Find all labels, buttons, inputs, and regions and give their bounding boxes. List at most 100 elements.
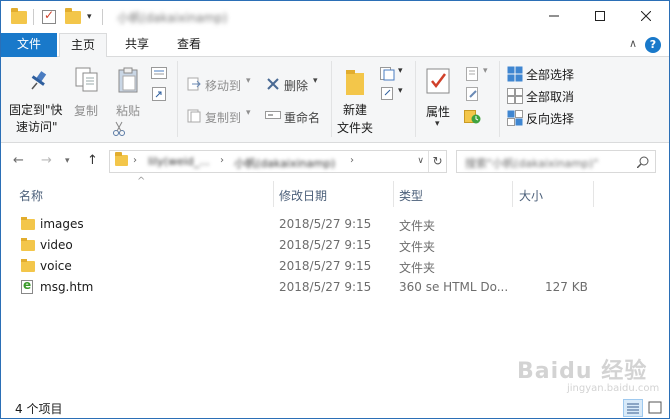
minimize-button[interactable] bbox=[531, 1, 577, 31]
invert-selection-label: 反向选择 bbox=[526, 112, 575, 126]
list-item[interactable]: images 2018/5/27 9:15 文件夹 bbox=[13, 214, 613, 235]
copy-path-icon[interactable] bbox=[151, 67, 167, 79]
explorer-window: ▾ 小帆(dakaixinamp) 文件 主页 共享 查看 ∧ ? 固定到"快 bbox=[0, 0, 670, 419]
list-item[interactable]: voice 2018/5/27 9:15 文件夹 bbox=[13, 256, 613, 277]
back-button[interactable]: ← bbox=[13, 153, 24, 168]
properties-quick-icon[interactable] bbox=[42, 8, 56, 26]
column-size[interactable]: 大小 bbox=[519, 187, 543, 204]
tab-home[interactable]: 主页 bbox=[59, 33, 107, 58]
properties-dropdown-icon: ▾ bbox=[435, 119, 440, 129]
collapse-ribbon-icon[interactable]: ∧ bbox=[629, 37, 637, 50]
edit-icon[interactable] bbox=[466, 87, 480, 101]
search-input[interactable]: 搜索"小帆(dakaixinamp)" bbox=[456, 150, 656, 173]
column-name[interactable]: 名称 bbox=[19, 187, 43, 204]
folder-icon bbox=[11, 7, 27, 26]
file-type: 360 se HTML Do... bbox=[399, 280, 509, 294]
chevron-right-icon: › bbox=[133, 155, 137, 166]
select-none-label: 全部取消 bbox=[526, 90, 575, 104]
large-icons-view-icon bbox=[648, 401, 662, 414]
rename-icon bbox=[265, 111, 281, 119]
properties-label: 属性 bbox=[426, 105, 451, 119]
details-view-button[interactable] bbox=[623, 399, 643, 417]
maximize-button[interactable] bbox=[577, 1, 623, 31]
new-folder-label-line1: 新建 bbox=[343, 103, 368, 117]
history-icon[interactable] bbox=[464, 108, 482, 124]
file-date: 2018/5/27 9:15 bbox=[279, 217, 372, 231]
copy-to-dropdown-icon: ▾ bbox=[246, 108, 251, 118]
column-headers: ^ 名称 修改日期 类型 大小 bbox=[1, 176, 669, 207]
rename-label: 重命名 bbox=[284, 111, 321, 125]
address-row: ← → ▾ ↑ › lily(weid_... › 小帆(dakaixinamp… bbox=[1, 149, 669, 175]
search-placeholder: 搜索"小帆(dakaixinamp)" bbox=[465, 157, 599, 170]
properties-icon bbox=[426, 68, 450, 94]
minimize-icon bbox=[549, 15, 559, 17]
folder-icon bbox=[21, 217, 35, 230]
cut-icon[interactable] bbox=[112, 121, 126, 137]
new-folder-quick-icon[interactable] bbox=[65, 7, 81, 26]
column-type[interactable]: 类型 bbox=[399, 187, 423, 204]
file-type: 文件夹 bbox=[399, 240, 436, 254]
move-to-icon bbox=[187, 77, 201, 91]
pin-label-line1: 固定到"快 bbox=[9, 103, 63, 117]
column-date[interactable]: 修改日期 bbox=[279, 187, 327, 204]
file-date: 2018/5/27 9:15 bbox=[279, 259, 372, 273]
file-size: 127 KB bbox=[545, 280, 588, 294]
delete-label: 删除 bbox=[284, 79, 309, 93]
quick-access-dropdown-icon[interactable]: ▾ bbox=[87, 8, 92, 26]
easy-access-icon[interactable] bbox=[381, 87, 395, 101]
chevron-right-icon: › bbox=[220, 155, 224, 166]
new-folder-label-line2: 文件夹 bbox=[337, 121, 374, 135]
html-file-icon bbox=[21, 278, 33, 294]
help-icon[interactable]: ? bbox=[645, 37, 661, 53]
status-bar: 4 个项目 bbox=[1, 397, 669, 418]
breadcrumb-1[interactable]: lily(weid_... bbox=[148, 155, 210, 168]
copy-to-label: 复制到 bbox=[205, 111, 242, 125]
folder-icon bbox=[21, 238, 35, 251]
ribbon-tabs: 文件 主页 共享 查看 ∧ ? bbox=[1, 33, 669, 58]
move-to-label: 移动到 bbox=[205, 79, 242, 93]
close-button[interactable] bbox=[623, 1, 669, 31]
file-date: 2018/5/27 9:15 bbox=[279, 280, 372, 294]
copy-label: 复制 bbox=[74, 104, 99, 118]
watermark-logo: Baidu 经验 bbox=[517, 359, 648, 384]
new-item-icon[interactable] bbox=[380, 67, 396, 81]
copy-to-icon bbox=[187, 109, 201, 123]
close-icon bbox=[641, 11, 651, 21]
address-bar[interactable]: › lily(weid_... › 小帆(dakaixinamp) › ∨ ↻ bbox=[109, 150, 447, 173]
file-name: video bbox=[40, 238, 73, 252]
file-name: msg.htm bbox=[40, 280, 94, 294]
address-dropdown-icon[interactable]: ∨ bbox=[417, 156, 424, 166]
chevron-right-icon: › bbox=[350, 155, 354, 166]
paste-icon bbox=[118, 67, 138, 93]
large-icons-view-button[interactable] bbox=[646, 399, 666, 417]
details-view-icon bbox=[627, 403, 639, 414]
open-dropdown-icon[interactable]: ▾ bbox=[483, 66, 488, 76]
refresh-icon[interactable]: ↻ bbox=[428, 151, 446, 172]
tab-file[interactable]: 文件 bbox=[1, 33, 57, 57]
up-button[interactable]: ↑ bbox=[87, 153, 98, 168]
select-all-label: 全部选择 bbox=[526, 68, 575, 82]
invert-selection-icon bbox=[507, 110, 523, 126]
open-icon[interactable] bbox=[466, 67, 480, 81]
item-count: 4 个项目 bbox=[15, 402, 63, 416]
select-none-icon bbox=[507, 88, 523, 104]
recent-locations-dropdown-icon[interactable]: ▾ bbox=[65, 156, 70, 166]
breadcrumb-2[interactable]: 小帆(dakaixinamp) bbox=[234, 155, 335, 171]
paste-shortcut-icon[interactable] bbox=[152, 87, 166, 101]
pin-label-line2: 速访问" bbox=[16, 120, 58, 134]
file-type: 文件夹 bbox=[399, 219, 436, 233]
tab-share[interactable]: 共享 bbox=[113, 33, 161, 57]
list-item[interactable]: msg.htm 2018/5/27 9:15 360 se HTML Do...… bbox=[13, 277, 613, 298]
new-item-dropdown-icon[interactable]: ▾ bbox=[398, 66, 403, 76]
watermark-url: jingyan.baidu.com bbox=[567, 383, 660, 394]
separator bbox=[102, 8, 103, 26]
easy-access-dropdown-icon[interactable]: ▾ bbox=[398, 86, 403, 96]
title-bar: ▾ 小帆(dakaixinamp) bbox=[1, 1, 669, 33]
tab-view[interactable]: 查看 bbox=[165, 33, 213, 57]
separator bbox=[33, 8, 34, 26]
search-icon bbox=[637, 156, 649, 168]
forward-button[interactable]: → bbox=[41, 153, 52, 168]
folder-icon bbox=[21, 259, 35, 272]
list-item[interactable]: video 2018/5/27 9:15 文件夹 bbox=[13, 235, 613, 256]
file-type: 文件夹 bbox=[399, 261, 436, 275]
